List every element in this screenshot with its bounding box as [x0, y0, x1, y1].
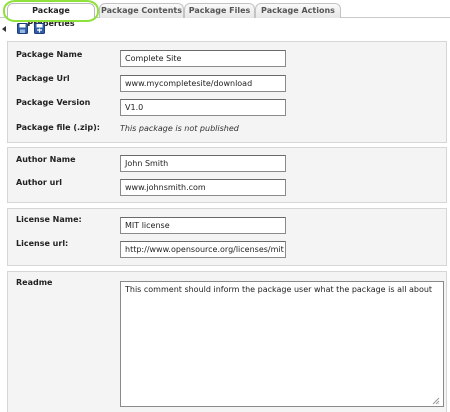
author-url-input[interactable]: www.johnsmith.com [120, 179, 286, 196]
resize-grip-icon[interactable] [432, 397, 440, 405]
tab-package-contents[interactable]: Package Contents [99, 3, 184, 18]
tab-package-properties[interactable]: Package Properties [7, 3, 95, 28]
package-url-input[interactable]: www.mycompletesite/download [120, 75, 286, 92]
readme-textarea[interactable]: This comment should inform the package u… [120, 281, 444, 407]
license-url-label: License url: [16, 239, 69, 248]
package-file-label: Package file (.zip): [16, 123, 101, 132]
tab-package-files[interactable]: Package Files [184, 3, 255, 18]
back-arrow-icon[interactable] [2, 26, 6, 32]
package-version-label: Package Version [16, 98, 91, 107]
package-name-label: Package Name [16, 50, 83, 59]
author-name-input[interactable]: John Smith [120, 155, 286, 172]
license-name-input[interactable]: MIT license [120, 217, 286, 234]
save-and-close-icon[interactable] [34, 23, 45, 34]
tab-bar: Package Properties Package Contents Pack… [0, 0, 450, 28]
save-icon[interactable] [17, 23, 28, 34]
readme-panel: Readme This comment should inform the pa… [7, 271, 447, 412]
package-name-input[interactable]: Complete Site [120, 50, 286, 67]
author-panel: Author Name John Smith Author url www.jo… [7, 147, 447, 203]
license-panel: License Name: MIT license License url: h… [7, 208, 447, 266]
package-url-label: Package Url [16, 74, 70, 83]
package-file-status: This package is not published [120, 124, 239, 133]
license-name-label: License Name: [16, 215, 82, 224]
package-panel: Package Name Complete Site Package Url w… [7, 41, 447, 143]
author-url-label: Author url [16, 178, 63, 187]
license-url-input[interactable]: http://www.opensource.org/licenses/mit [120, 241, 286, 258]
package-version-input[interactable]: V1.0 [120, 99, 286, 116]
readme-label: Readme [16, 278, 53, 287]
author-name-label: Author Name [16, 155, 76, 164]
toolbar [0, 20, 450, 38]
tab-package-actions[interactable]: Package Actions [255, 3, 341, 18]
